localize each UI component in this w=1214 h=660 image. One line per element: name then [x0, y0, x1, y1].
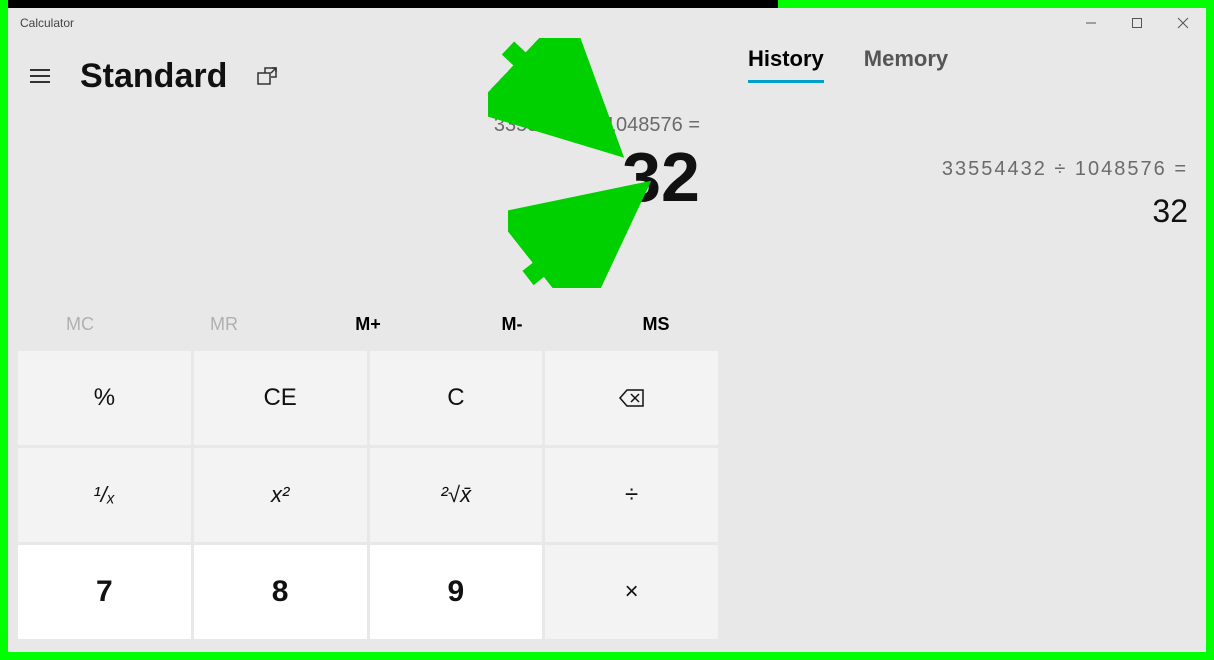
tab-memory[interactable]: Memory: [864, 46, 948, 83]
backspace-icon: [619, 389, 645, 407]
window-title: Calculator: [8, 16, 74, 30]
history-expression: 33554432 ÷ 1048576 =: [728, 158, 1188, 181]
history-entry[interactable]: 33554432 ÷ 1048576 = 32: [728, 158, 1188, 230]
divide-key[interactable]: ÷: [545, 448, 718, 542]
square-key[interactable]: x²: [194, 448, 367, 542]
minimize-button[interactable]: [1068, 8, 1114, 38]
keypad: % CE C ¹/ₓ x² ²√x̄ ÷ 7 8 9 ×: [8, 351, 728, 639]
memory-store-button[interactable]: MS: [584, 308, 728, 341]
history-result: 32: [728, 193, 1188, 230]
backspace-key[interactable]: [545, 351, 718, 445]
history-pane: 33554432 ÷ 1048576 = 32: [728, 108, 1206, 652]
percent-key[interactable]: %: [18, 351, 191, 445]
side-panel-tabs: History Memory: [748, 46, 948, 83]
memory-minus-button[interactable]: M-: [440, 308, 584, 341]
clear-key[interactable]: C: [370, 351, 543, 445]
calculator-window: Calculator Standard: [8, 8, 1206, 652]
tab-history[interactable]: History: [748, 46, 824, 83]
window-controls: [1068, 8, 1206, 38]
multiply-key[interactable]: ×: [545, 545, 718, 639]
memory-row: MC MR M+ M- MS: [8, 308, 728, 351]
digit-7-key[interactable]: 7: [18, 545, 191, 639]
hamburger-menu-icon[interactable]: [20, 56, 60, 96]
mode-title: Standard: [80, 57, 227, 96]
maximize-button[interactable]: [1114, 8, 1160, 38]
clear-entry-key[interactable]: CE: [194, 351, 367, 445]
result-display: 32: [8, 139, 728, 216]
memory-plus-button[interactable]: M+: [296, 308, 440, 341]
partial-black-bar: [8, 0, 778, 8]
memory-clear-button[interactable]: MC: [8, 308, 152, 341]
memory-recall-button[interactable]: MR: [152, 308, 296, 341]
titlebar[interactable]: Calculator: [8, 8, 1206, 38]
square-root-key[interactable]: ²√x̄: [370, 448, 543, 542]
digit-9-key[interactable]: 9: [370, 545, 543, 639]
reciprocal-key[interactable]: ¹/ₓ: [18, 448, 191, 542]
calculator-pane: 33554432 ÷ 1048576 = 32 MC MR M+ M- MS %…: [8, 108, 728, 652]
header-row: Standard History Memory: [8, 38, 1206, 108]
main-area: 33554432 ÷ 1048576 = 32 MC MR M+ M- MS %…: [8, 108, 1206, 652]
close-button[interactable]: [1160, 8, 1206, 38]
digit-8-key[interactable]: 8: [194, 545, 367, 639]
keep-on-top-icon[interactable]: [251, 60, 283, 92]
expression-display: 33554432 ÷ 1048576 =: [8, 114, 728, 137]
